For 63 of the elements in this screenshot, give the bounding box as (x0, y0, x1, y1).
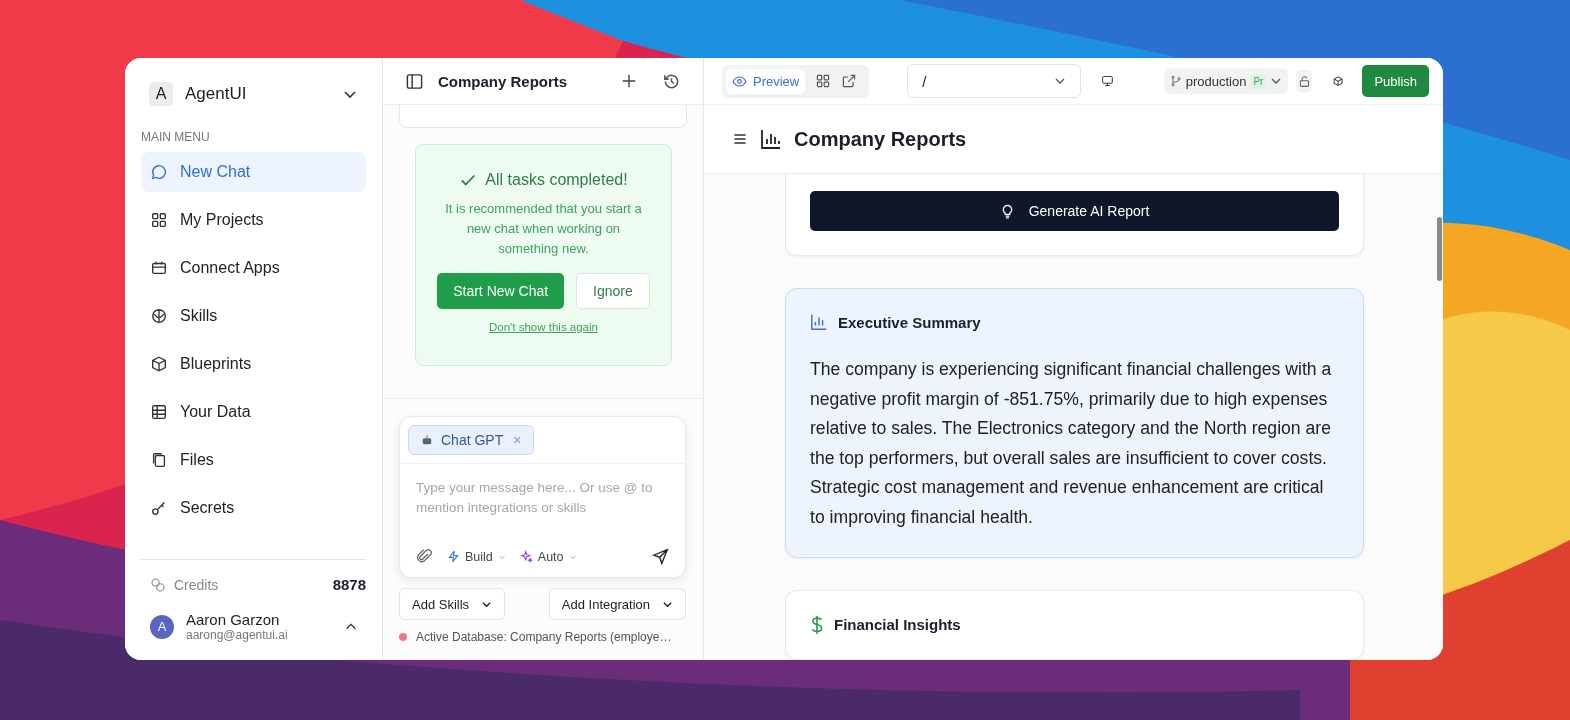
report-title: Company Reports (794, 127, 967, 151)
start-new-chat-button[interactable]: Start New Chat (437, 273, 565, 309)
mode-dropdown[interactable]: Build (447, 549, 506, 564)
user-email: aarong@agentui.ai (186, 628, 289, 642)
sidebar-item[interactable]: Connect Apps (141, 248, 366, 288)
message-field[interactable]: Type your message here... Or use @ to mention integrations or skills (416, 478, 673, 522)
status-dot (399, 633, 407, 641)
branch-icon (1169, 75, 1182, 87)
generate-report-button[interactable]: Generate AI Report (810, 191, 1339, 231)
user-name: Aaron Garzon (186, 611, 281, 628)
section-title: Executive Summary (838, 313, 981, 331)
plus-icon[interactable] (620, 72, 638, 90)
paperclip-icon[interactable] (416, 548, 433, 565)
scrollbar[interactable] (1437, 217, 1442, 281)
chat-icon (150, 163, 168, 181)
auto-dropdown[interactable]: Auto (519, 549, 577, 564)
notice-title: All tasks completed! (485, 171, 628, 189)
sidebar-item[interactable]: Secrets (141, 488, 366, 528)
table-icon (150, 403, 168, 421)
section-title: Financial Insights (834, 616, 961, 634)
sidebar-item[interactable]: Blueprints (141, 344, 366, 384)
publish-button[interactable]: Publish (1362, 65, 1429, 97)
sidebar-item[interactable]: Your Data (141, 392, 366, 432)
summary-text: The company is experiencing significant financial challenges with a negative profit margin of -851.75%, primarily due to high expenses relative to sales. The Electronics category and the North region are the top performers, but overall sales are insufficient to cover costs. Strategic cost management and revenue enhancement are critical to improving financial health. (810, 358, 1333, 529)
sparkle-icon (519, 550, 533, 563)
user-avatar: A (150, 614, 174, 639)
workspace-name: AgentUI (185, 84, 248, 104)
notice-message: It is recommended that you start a new chat when working on something new. (444, 200, 643, 258)
credits-label: Credits (174, 576, 220, 593)
calendar-icon (150, 259, 168, 277)
workspace-avatar: A (149, 82, 173, 106)
external-link-icon[interactable] (841, 73, 858, 89)
coins-icon (150, 576, 166, 593)
model-chip[interactable]: Chat GPT × (408, 425, 535, 455)
add-skills-dropdown[interactable]: Add Skills (399, 588, 506, 620)
sidebar-item[interactable]: My Projects (141, 200, 366, 240)
grid-icon[interactable] (815, 73, 832, 89)
add-integration-dropdown[interactable]: Add Integration (548, 588, 686, 620)
eye-icon (732, 73, 747, 89)
lightning-icon (447, 550, 460, 563)
sidebar-item[interactable]: Files (141, 440, 366, 480)
grid-icon (150, 211, 168, 229)
unlock-icon (1297, 74, 1311, 88)
robot-icon (421, 434, 433, 446)
files-icon (150, 451, 168, 469)
sidebar-item[interactable]: New Chat (141, 152, 366, 192)
bar-chart-icon (810, 313, 828, 331)
lock-button[interactable] (1296, 70, 1313, 92)
ignore-button[interactable]: Ignore (576, 273, 650, 309)
menu-icon[interactable] (732, 131, 748, 147)
panel-title: Company Reports (438, 72, 569, 90)
route-select[interactable]: / (907, 64, 1081, 98)
cube-icon (150, 355, 168, 373)
dollar-icon (810, 614, 824, 635)
branch-selector[interactable]: production Pr (1163, 68, 1289, 94)
sidebar-item[interactable]: Skills (141, 296, 366, 336)
credits-value: 8878 (332, 576, 366, 593)
section-label: MAIN MENU (141, 130, 211, 144)
send-icon[interactable] (652, 548, 669, 565)
preview-tab[interactable]: Preview (726, 68, 806, 94)
sidebar-toggle-icon[interactable] (405, 71, 424, 91)
active-database-label: Active Database: Company Reports (employe… (416, 630, 672, 644)
bar-chart-icon (760, 128, 782, 150)
